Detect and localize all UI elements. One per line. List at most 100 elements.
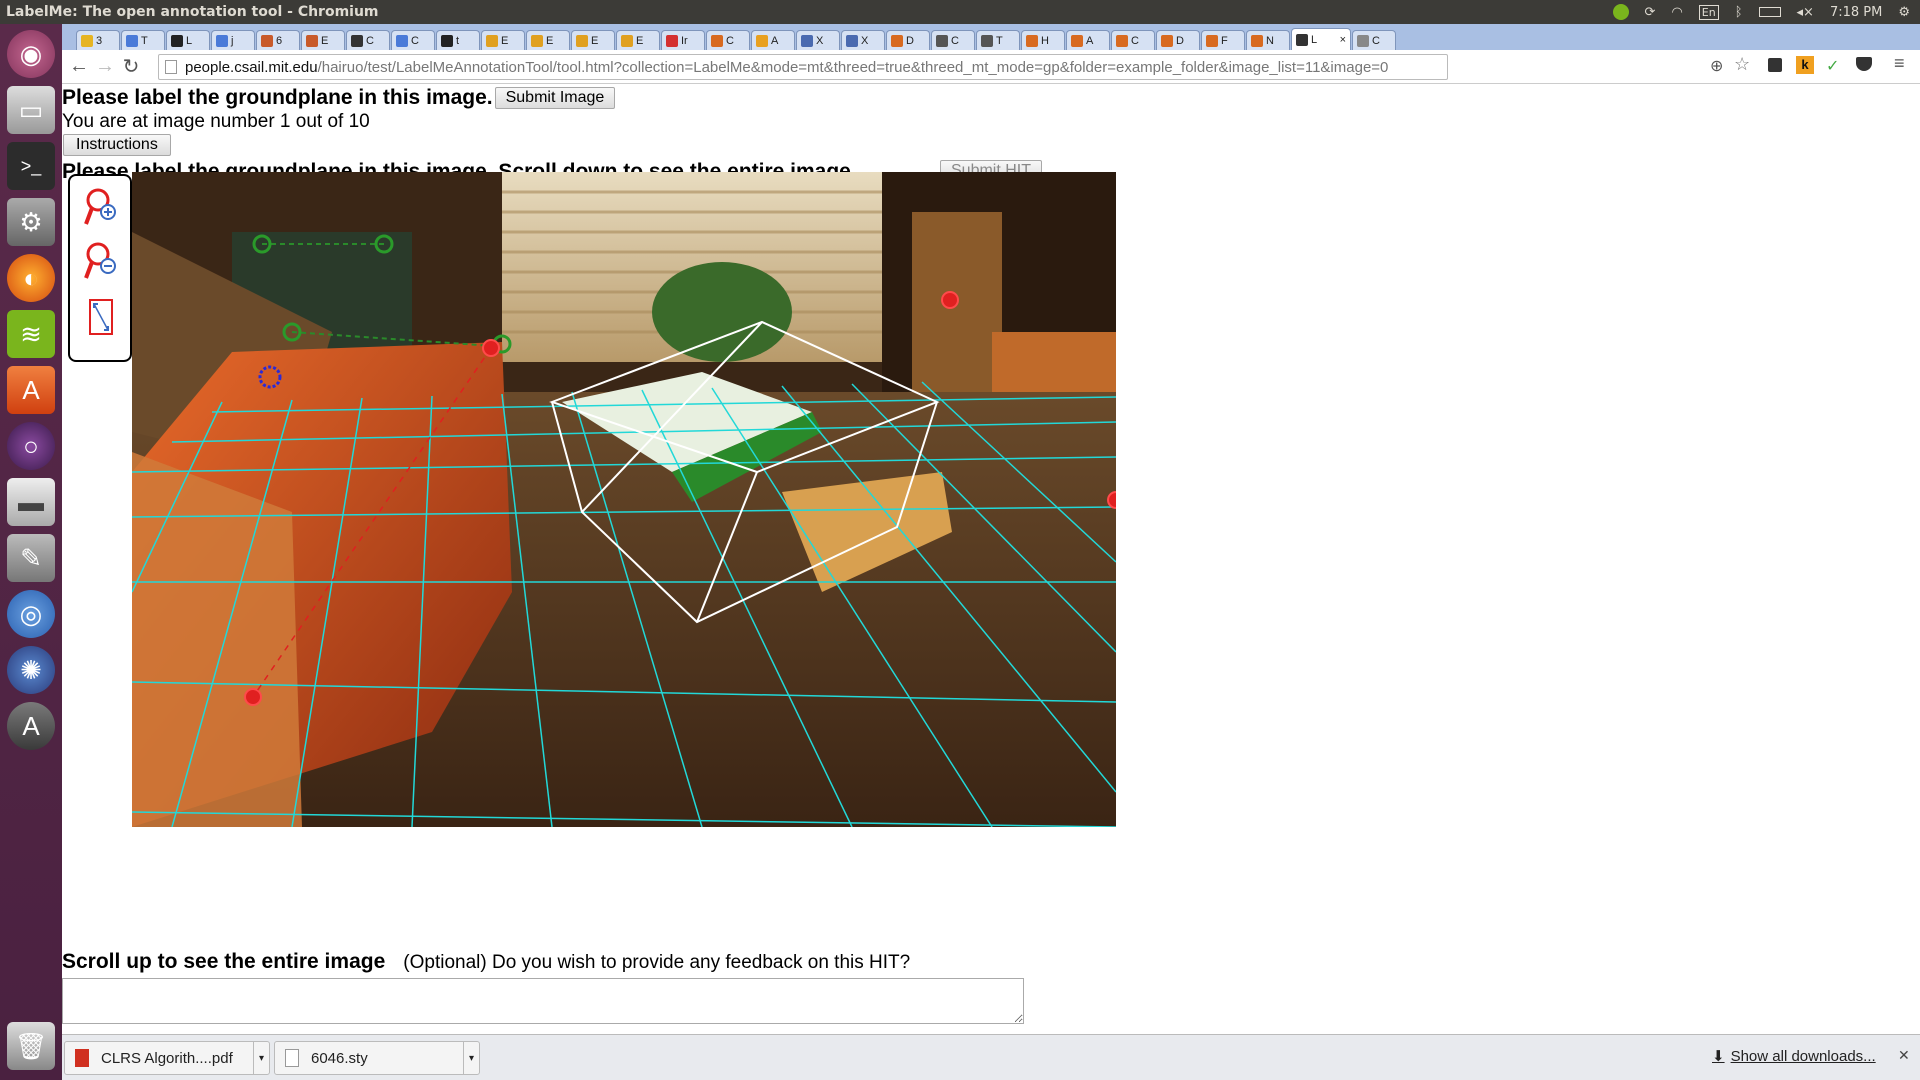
- browser-tab[interactable]: C: [706, 30, 750, 50]
- instructions-button[interactable]: Instructions: [63, 134, 171, 156]
- reload-button[interactable]: ↻: [118, 54, 144, 80]
- files-icon[interactable]: ▭: [7, 86, 55, 134]
- tab-favicon-icon: [1251, 34, 1263, 47]
- feedback-textarea[interactable]: [62, 978, 1024, 1024]
- battery-icon[interactable]: [1758, 7, 1781, 17]
- extension-check-icon[interactable]: ✓: [1826, 56, 1839, 76]
- browser-tab[interactable]: E: [571, 30, 615, 50]
- volume-icon[interactable]: ◂×: [1797, 5, 1814, 20]
- close-download-shelf-icon[interactable]: ✕: [1898, 1047, 1910, 1064]
- unity-app-icon[interactable]: ○: [7, 422, 55, 470]
- zoom-toolbox: [68, 174, 132, 362]
- browser-tab[interactable]: E: [616, 30, 660, 50]
- trash-icon[interactable]: 🗑: [7, 1022, 55, 1070]
- browser-tab[interactable]: A: [751, 30, 795, 50]
- browser-tab[interactable]: C: [391, 30, 435, 50]
- browser-tab[interactable]: 6: [256, 30, 300, 50]
- tab-label: 3: [96, 34, 103, 47]
- address-path: /hairuo/test/LabelMeAnnotationTool/tool.…: [317, 58, 1389, 76]
- pocket-icon[interactable]: [1856, 57, 1872, 71]
- annotation-image[interactable]: [132, 172, 1116, 827]
- address-host: people.csail.mit.edu: [185, 58, 318, 76]
- tab-favicon-icon: [936, 34, 948, 47]
- extension-knight-icon[interactable]: [1768, 58, 1782, 72]
- clock[interactable]: 7:18 PM: [1830, 5, 1882, 20]
- spotify-tray-icon[interactable]: [1612, 4, 1629, 20]
- browser-tab[interactable]: N: [1246, 30, 1290, 50]
- tab-favicon-icon: [1116, 34, 1128, 47]
- spotify-icon[interactable]: ≋: [7, 310, 55, 358]
- software-center-icon[interactable]: A: [7, 366, 55, 414]
- browser-tab[interactable]: E: [301, 30, 345, 50]
- tab-label: C: [411, 34, 419, 47]
- system-topbar: LabelMe: The open annotation tool - Chro…: [0, 0, 1920, 24]
- shutter-icon[interactable]: ✺: [7, 646, 55, 694]
- back-button[interactable]: ←: [66, 54, 92, 80]
- menu-icon[interactable]: ≡: [1894, 53, 1905, 74]
- tab-favicon-icon: [1071, 34, 1083, 47]
- show-all-downloads-link[interactable]: ⬇ Show all downloads...: [1712, 1047, 1876, 1066]
- browser-tab[interactable]: C: [346, 30, 390, 50]
- tab-label: A: [1086, 34, 1094, 47]
- firefox-icon[interactable]: ◐: [7, 254, 55, 302]
- browser-tab[interactable]: C: [1352, 30, 1396, 50]
- fit-to-screen-icon[interactable]: [84, 296, 118, 336]
- browser-tab[interactable]: E: [481, 30, 525, 50]
- browser-tab[interactable]: A: [1066, 30, 1110, 50]
- browser-tab[interactable]: L: [166, 30, 210, 50]
- tab-label: T: [141, 34, 148, 47]
- chromium-icon[interactable]: ◎: [7, 590, 55, 638]
- window-title: LabelMe: The open annotation tool - Chro…: [6, 4, 379, 20]
- extension-k-icon[interactable]: k: [1796, 56, 1814, 74]
- forward-button[interactable]: →: [92, 54, 118, 80]
- browser-tab[interactable]: L ×: [1291, 28, 1351, 50]
- browser-tab[interactable]: D: [886, 30, 930, 50]
- tab-favicon-icon: [1296, 33, 1308, 46]
- browser-tab[interactable]: T: [121, 30, 165, 50]
- terminal-icon[interactable]: >_: [7, 142, 55, 190]
- tab-close-icon[interactable]: ×: [1340, 34, 1346, 46]
- browser-tab[interactable]: 3: [76, 30, 120, 50]
- text-editor-icon[interactable]: ✎: [7, 534, 55, 582]
- download-menu-arrow[interactable]: ▾: [463, 1042, 479, 1074]
- browser-tab[interactable]: H: [1021, 30, 1065, 50]
- browser-tab[interactable]: C: [931, 30, 975, 50]
- address-bar[interactable]: people.csail.mit.edu/hairuo/test/LabelMe…: [158, 54, 1448, 80]
- sync-icon[interactable]: ⟳: [1645, 5, 1656, 20]
- tab-label: N: [1266, 34, 1274, 47]
- dash-home-icon[interactable]: ◉: [7, 30, 55, 78]
- tab-label: L: [186, 34, 193, 47]
- bookmark-star-icon[interactable]: ☆: [1734, 54, 1750, 75]
- browser-tab[interactable]: Ir: [661, 30, 705, 50]
- browser-tab[interactable]: E: [526, 30, 570, 50]
- tab-favicon-icon: [351, 34, 363, 47]
- zoom-in-icon[interactable]: [84, 186, 118, 226]
- browser-tab[interactable]: X: [796, 30, 840, 50]
- system-settings-icon[interactable]: ⚙: [7, 198, 55, 246]
- wifi-icon[interactable]: ◠: [1671, 5, 1682, 20]
- update-manager-icon[interactable]: A: [7, 702, 55, 750]
- tab-favicon-icon: [576, 34, 588, 47]
- browser-tab[interactable]: X: [841, 30, 885, 50]
- keyboard-layout[interactable]: En: [1698, 4, 1719, 20]
- tab-favicon-icon: [891, 34, 903, 47]
- browser-tab[interactable]: j: [211, 30, 255, 50]
- download-item-sty[interactable]: 6046.sty ▾: [274, 1041, 480, 1075]
- bluetooth-icon[interactable]: ᛒ: [1735, 5, 1743, 20]
- zoom-out-icon[interactable]: [84, 240, 118, 280]
- disk-icon[interactable]: ▬: [7, 478, 55, 526]
- browser-tab[interactable]: C: [1111, 30, 1155, 50]
- browser-tab[interactable]: t: [436, 30, 480, 50]
- show-all-downloads-label: Show all downloads...: [1730, 1047, 1876, 1065]
- submit-image-button[interactable]: Submit Image: [494, 87, 616, 109]
- download-menu-arrow[interactable]: ▾: [253, 1042, 269, 1074]
- browser-tab[interactable]: T: [976, 30, 1020, 50]
- scene-canvas[interactable]: [132, 172, 1116, 827]
- browser-tab[interactable]: D: [1156, 30, 1200, 50]
- settings-gear-icon[interactable]: ⚙: [1898, 5, 1910, 20]
- zoom-icon[interactable]: ⊕: [1710, 56, 1723, 76]
- tab-label: A: [771, 34, 779, 47]
- download-filename: 6046.sty: [311, 1049, 368, 1067]
- browser-tab[interactable]: F: [1201, 30, 1245, 50]
- download-item-pdf[interactable]: CLRS Algorith....pdf ▾: [64, 1041, 270, 1075]
